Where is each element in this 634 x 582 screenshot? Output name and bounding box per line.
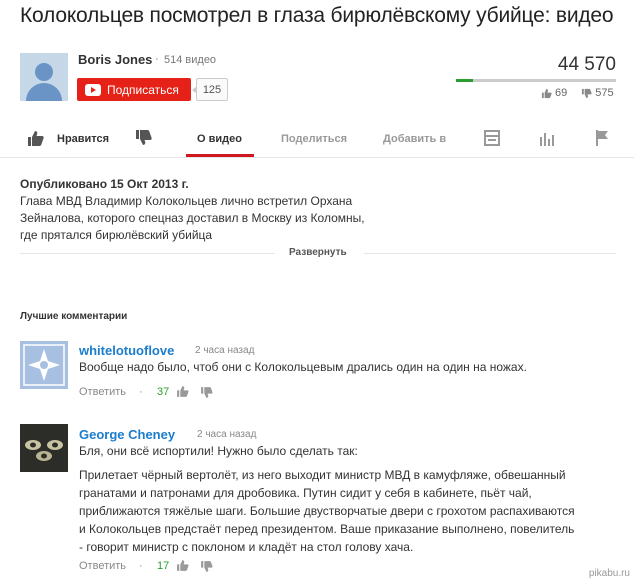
comment-author[interactable]: George Cheney: [79, 427, 175, 442]
comment-line: Вообще надо было, чтоб они с Колокольцев…: [79, 360, 527, 374]
like-button-label[interactable]: Нравится: [57, 122, 109, 156]
video-description: Глава МВД Владимир Колокольцев лично вст…: [20, 193, 400, 244]
comment-dislike-icon[interactable]: [200, 560, 213, 573]
like-dislike-counts: 69 575: [541, 87, 614, 99]
likes-count: 69: [555, 87, 568, 99]
stats-icon[interactable]: [537, 128, 557, 148]
description-line: Глава МВД Владимир Колокольцев лично вст…: [20, 194, 353, 208]
comment-line: и Колокольцев предстаёт перед президенто…: [79, 522, 575, 536]
channel-separator: ·: [155, 53, 159, 65]
view-count: 44 570: [557, 54, 616, 75]
comment-time[interactable]: 2 часа назад: [195, 345, 254, 356]
like-ratio-fill: [456, 79, 474, 82]
channel-name[interactable]: Boris Jones: [78, 52, 152, 67]
dislikes-count: 575: [595, 87, 614, 99]
comment-line: Бля, они всё испортили! Нужно было сдела…: [79, 444, 358, 458]
published-date: Опубликовано 15 Окт 2013 г.: [20, 177, 189, 191]
subscriber-count: 125: [192, 78, 228, 101]
comment-dislike-icon[interactable]: [200, 386, 213, 399]
thumbs-down-icon: [582, 88, 592, 98]
channel-video-count[interactable]: 514 видео: [164, 54, 216, 66]
comment-like-count: 17: [157, 560, 170, 572]
separator-dot: ·: [139, 386, 143, 398]
comment-author[interactable]: whitelotuoflove: [79, 343, 174, 358]
comment-avatar[interactable]: [20, 341, 68, 389]
flag-icon[interactable]: [592, 128, 612, 148]
comment-like-icon[interactable]: [176, 385, 189, 398]
comment-line: Прилетает чёрный вертолёт, из него выход…: [79, 468, 566, 482]
comment-line: гранатами и патронами для дробовика. Пут…: [79, 486, 532, 500]
tab-share[interactable]: Поделиться: [281, 122, 347, 156]
tab-about[interactable]: О видео: [197, 122, 242, 156]
expand-button[interactable]: Развернуть: [289, 247, 347, 258]
comments-heading: Лучшие комментарии: [20, 311, 128, 322]
active-tab-indicator: [186, 154, 254, 157]
comment-time[interactable]: 2 часа назад: [197, 429, 256, 440]
comment-line: - говорит министр с поклоном и кладёт на…: [79, 540, 414, 554]
description-line: Зейналова, которого спецназ доставил в М…: [20, 211, 365, 225]
subscribe-label: Подписаться: [107, 82, 179, 97]
separator-dot: ·: [139, 560, 143, 572]
avatar-head-shape: [35, 63, 53, 81]
thumbs-up-icon: [541, 88, 552, 98]
comment-like-icon[interactable]: [176, 559, 189, 572]
action-bar: Нравится О видео Поделиться Добавить в: [0, 122, 634, 158]
reply-button[interactable]: Ответить: [79, 560, 126, 572]
like-button-icon[interactable]: [26, 128, 46, 148]
comment-avatar[interactable]: [20, 424, 68, 472]
avatar-body-shape: [26, 83, 62, 101]
divider: [364, 253, 616, 254]
comment-like-count: 37: [157, 386, 170, 398]
dislike-button-icon[interactable]: [134, 128, 154, 148]
reply-button[interactable]: Ответить: [79, 386, 126, 398]
comment-line: приближаются тяжёлые шаги. Большие двуст…: [79, 504, 575, 518]
divider: [20, 253, 275, 254]
like-ratio-bar: [456, 79, 616, 82]
transcript-icon[interactable]: [482, 128, 502, 148]
comment-text: Вообще надо было, чтоб они с Колокольцев…: [79, 358, 619, 376]
watermark: pikabu.ru: [588, 568, 630, 579]
video-title: Колокольцев посмотрел в глаза бирюлёвско…: [20, 4, 614, 27]
description-line: где прятался бирюлёвский убийца: [20, 228, 213, 242]
youtube-logo-icon: [85, 83, 101, 96]
comment-text: Бля, они всё испортили! Нужно было сдела…: [79, 442, 629, 556]
subscribe-button[interactable]: Подписаться: [77, 78, 191, 101]
tab-add-to[interactable]: Добавить в: [383, 122, 446, 156]
channel-avatar[interactable]: [20, 53, 68, 101]
